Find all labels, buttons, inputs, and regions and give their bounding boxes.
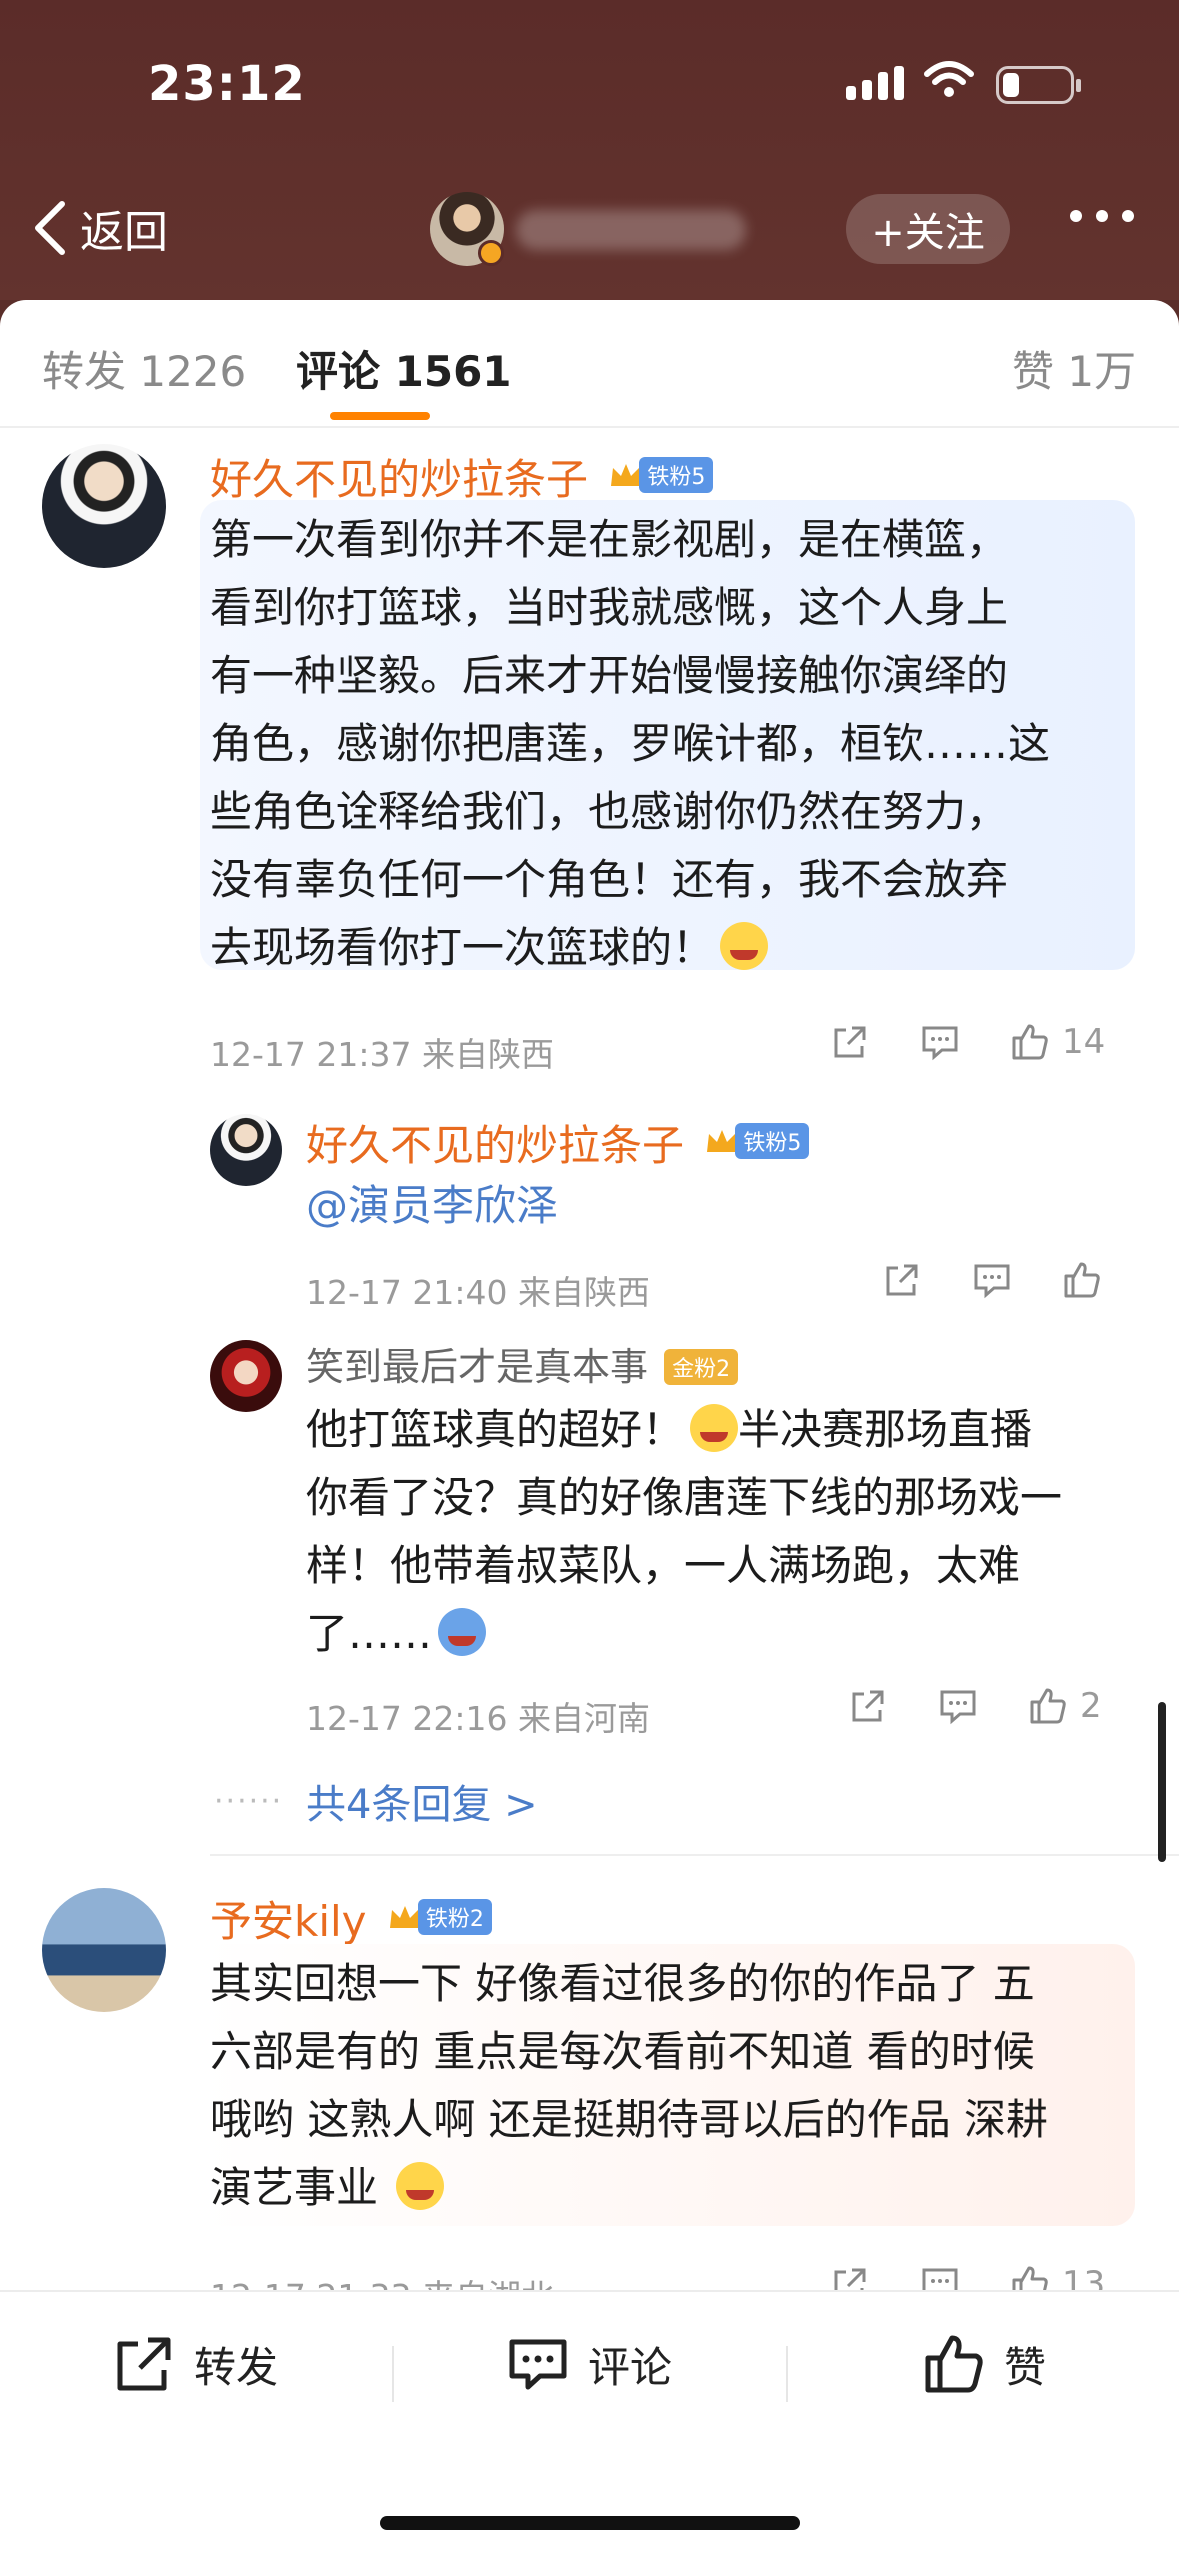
comment-icon[interactable] — [972, 1260, 1012, 1300]
scrollbar[interactable] — [1158, 1702, 1166, 1862]
like-button[interactable]: 赞 — [922, 2332, 1046, 2396]
divider — [210, 1854, 1179, 1856]
status-time: 23:12 — [148, 56, 306, 112]
like-button[interactable]: 2 — [1028, 1686, 1102, 1726]
share-icon[interactable] — [830, 1022, 870, 1062]
author-name-blurred — [516, 210, 746, 250]
more-options-icon[interactable] — [1070, 210, 1134, 222]
comment-icon — [509, 2339, 567, 2390]
wifi-icon — [924, 61, 974, 97]
thumbs-up-icon — [925, 2335, 983, 2393]
comment-text: 第一次看到你并不是在影视剧，是在横篮， 看到你打篮球，当时我就感慨，这个人身上 … — [210, 515, 1051, 972]
fan-badge: 铁粉5 — [609, 457, 714, 493]
avatar[interactable] — [210, 1340, 282, 1412]
comment-meta: 12-17 21:37 来自陕西 — [210, 1035, 554, 1074]
more-replies-link[interactable]: 共4条回复 > — [306, 1772, 538, 1830]
thread-dots: ······ — [214, 1784, 284, 1819]
crown-icon — [611, 464, 642, 486]
fan-badge: 铁粉5 — [705, 1123, 810, 1159]
share-icon — [117, 2337, 171, 2391]
verified-icon — [478, 240, 504, 266]
reply-mention-link[interactable]: @演员李欣泽 — [306, 1172, 558, 1240]
header: 23:12 返回 +关注 — [0, 0, 1179, 300]
avatar[interactable] — [210, 1114, 282, 1186]
like-count: 2 — [1080, 1686, 1102, 1726]
comment-username[interactable]: 好久不见的炒拉条子 铁粉5 — [210, 446, 714, 507]
comment-actions: 14 — [830, 1022, 1105, 1062]
follow-button[interactable]: +关注 — [846, 194, 1010, 264]
thumbs-up-icon — [1030, 1688, 1066, 1724]
thumbs-up-icon — [1012, 1024, 1048, 1060]
reply-username[interactable]: 好久不见的炒拉条子 铁粉5 — [306, 1112, 810, 1173]
battery-icon — [996, 66, 1081, 104]
reply-actions — [882, 1260, 1114, 1300]
comment-text: 其实回想一下 好像看过很多的你的作品了 五 六部是有的 重点是每次看前不知道 看… — [210, 1959, 1049, 2212]
tab-bar: 转发 1226 评论 1561 赞 1万 — [0, 300, 1179, 428]
comment-button[interactable]: 评论 — [506, 2332, 672, 2396]
comment-icon[interactable] — [920, 1022, 960, 1062]
like-count: 14 — [1062, 1022, 1106, 1062]
active-tab-indicator — [330, 412, 430, 420]
back-label: 返回 — [80, 207, 168, 258]
tab-likes[interactable]: 赞 1万 — [1012, 338, 1136, 399]
like-button[interactable] — [1062, 1260, 1114, 1300]
blushing-emoji-icon — [396, 2162, 445, 2210]
share-icon[interactable] — [882, 1260, 922, 1300]
comment-username[interactable]: 予安kily 铁粉2 — [210, 1888, 492, 1949]
repost-button[interactable]: 转发 — [112, 2332, 278, 2396]
avatar[interactable] — [42, 1888, 166, 2012]
back-button[interactable]: 返回 — [30, 196, 168, 260]
home-indicator — [380, 2516, 800, 2530]
reply-meta: 12-17 22:16 来自河南 — [306, 1699, 650, 1738]
crown-icon — [707, 1130, 738, 1152]
comment-sheet: 转发 1226 评论 1561 赞 1万 好久不见的炒拉条子 铁粉5 第一次看到… — [0, 300, 1179, 2556]
share-icon[interactable] — [848, 1686, 888, 1726]
comment-icon[interactable] — [938, 1686, 978, 1726]
chevron-left-icon — [35, 201, 65, 255]
divider — [786, 2346, 788, 2402]
fan-badge: 铁粉2 — [388, 1899, 492, 1935]
reply-meta: 12-17 21:40 来自陕西 — [306, 1273, 650, 1312]
tab-comments[interactable]: 评论 1561 — [296, 338, 512, 399]
sticker-icon — [438, 1608, 487, 1656]
bottom-action-bar: 转发 评论 赞 — [0, 2290, 1179, 2556]
avatar[interactable] — [42, 444, 166, 568]
laughing-emoji-icon — [690, 1404, 739, 1452]
fan-badge: 金粉2 — [664, 1349, 739, 1385]
like-button[interactable]: 14 — [1010, 1022, 1105, 1062]
crying-emoji-icon — [720, 922, 769, 970]
reply-username[interactable]: 笑到最后才是真本事 金粉2 — [306, 1336, 739, 1391]
thumbs-up-icon — [1064, 1262, 1100, 1298]
crown-icon — [389, 1906, 420, 1928]
reply-actions: 2 — [848, 1686, 1102, 1726]
signal-icon — [846, 66, 904, 100]
reply-text: 他打篮球真的超好！ 半决赛那场直播 你看了没？真的好像唐莲下线的那场戏一 样！他带… — [306, 1404, 1063, 1658]
tab-reposts[interactable]: 转发 1226 — [42, 338, 246, 399]
divider — [392, 2346, 394, 2402]
